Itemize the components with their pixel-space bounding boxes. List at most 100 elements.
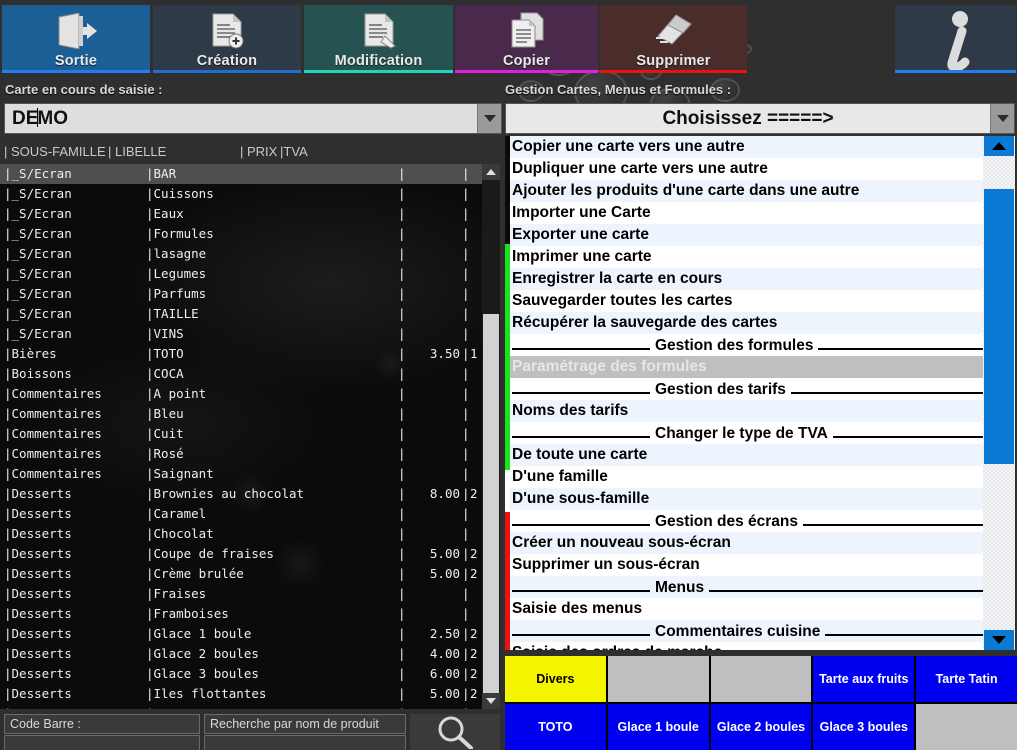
menu-item[interactable]: De toute une carte [510,444,988,466]
menu-item[interactable]: Copier une carte vers une autre [510,136,988,158]
menu-item[interactable]: Saisie des ordres de marche [510,642,988,650]
scrollbar-thumb[interactable] [483,314,499,704]
column-header[interactable]: | LIBELLE [108,144,166,159]
gestion-menu-list[interactable]: Copier une carte vers une autre Dupliquer… [505,136,1015,650]
keypad-button[interactable]: Divers [505,656,606,702]
menu-item[interactable]: Paramétrage des formules [510,356,988,378]
table-row[interactable]: |_S/Ecran |Parfums | | [0,284,482,304]
cell-libelle: |Fraises [146,586,207,601]
keypad-button[interactable]: Glace 2 boules [710,704,812,750]
modification-button[interactable]: Modification [304,5,453,73]
menu-item[interactable]: Supprimer un sous-écran [510,554,988,576]
table-row[interactable]: |Desserts |Brownies au chocolat | 8.00 | 2 [0,484,482,504]
table-row[interactable]: |_S/Ecran |VINS | | [0,324,482,344]
menu-section-separator[interactable]: Gestion des formules [510,334,988,356]
cell-divider: | [398,326,406,341]
table-row[interactable]: |Desserts |Glace 3 boules | 6.00 | 2 [0,664,482,684]
menu-item[interactable]: D'une famille [510,466,988,488]
keypad-button[interactable] [607,656,709,702]
info-button[interactable] [895,5,1016,73]
table-row[interactable]: |Desserts |Coupe de fraises | 5.00 | 2 [0,544,482,564]
column-header[interactable]: | PRIX [240,144,277,159]
table-row[interactable]: |_S/Ecran |BAR | | [0,164,482,184]
menu-item[interactable]: Sauvegarder toutes les cartes [510,290,988,312]
product-table-scrollbar[interactable] [482,164,500,709]
menu-item[interactable]: Noms des tarifs [510,400,988,422]
menu-item[interactable]: Dupliquer une carte vers une autre [510,158,988,180]
scroll-up-button[interactable] [984,136,1014,156]
table-row[interactable]: |Commentaires |Rosé | | [0,444,482,464]
main-toolbar: Sortie Création Modification Copier Supp… [0,0,1017,76]
menu-item[interactable]: D'une sous-famille [510,488,988,510]
cell-divider: | [462,206,470,221]
scroll-up-button[interactable] [482,164,500,180]
table-row[interactable]: |Bières |TOTO | 3.50 | 1 [0,344,482,364]
menu-section-separator[interactable]: Changer le type de TVA [510,422,988,444]
menu-item[interactable]: Exporter une carte [510,224,988,246]
keypad-button[interactable]: Tarte Tatin [916,656,1017,702]
copier-button[interactable]: Copier [455,5,598,73]
table-row[interactable]: |Boissons |COCA | | [0,364,482,384]
scroll-down-button[interactable] [984,630,1014,650]
menu-item[interactable]: Enregistrer la carte en cours [510,268,988,290]
search-button[interactable] [410,714,500,750]
menu-section-separator[interactable]: Gestion des écrans [510,510,988,532]
triangle-down-icon [992,636,1006,644]
table-row[interactable]: |Desserts |Glace 2 boules | 4.00 | 2 [0,644,482,664]
barcode-input[interactable] [4,735,200,750]
cell-libelle: |Glace 2 boules [146,646,259,661]
table-row[interactable]: |_S/Ecran |Formules | | [0,224,482,244]
gestion-combo-dropdown-arrow[interactable] [990,104,1014,133]
separator-line [832,435,986,438]
menu-section-separator[interactable]: Gestion des tarifs [510,378,988,400]
menu-item[interactable]: Saisie des menus [510,598,988,620]
product-table[interactable]: |_S/Ecran |BAR | | |_S/Ecran |Cuissons | | |_S/E… [0,164,500,709]
card-select-value[interactable]: DEMO [5,107,477,130]
cell-sous-famille: |Boissons [4,366,72,381]
table-row[interactable]: |_S/Ecran |Eaux | | [0,204,482,224]
table-row[interactable]: |Desserts |Framboises | | [0,604,482,624]
table-row[interactable]: |Desserts |Crème brulée | 5.00 | 2 [0,564,482,584]
card-select-combo[interactable]: DEMO [4,103,502,134]
menu-section-separator[interactable]: Commentaires cuisine [510,620,988,642]
menu-item[interactable]: Récupérer la sauvegarde des cartes [510,312,988,334]
product-keypad[interactable]: Divers Tarte aux fruits Tarte Tatin TOTO Gla… [505,656,1017,750]
creation-button[interactable]: Création [153,5,301,73]
card-combo-dropdown-arrow[interactable] [477,104,501,133]
scroll-down-button[interactable] [482,693,500,709]
menu-item[interactable]: Ajouter les produits d'une carte dans un… [510,180,988,202]
table-row[interactable]: |_S/Ecran |Legumes | | [0,264,482,284]
table-row[interactable]: |Desserts |Fraises | | [0,584,482,604]
menu-item[interactable]: Imprimer une carte [510,246,988,268]
table-row[interactable]: |Desserts |Iles flottantes | 5.00 | 2 [0,684,482,704]
table-row[interactable]: |Desserts |Glace 1 boule | 2.50 | 2 [0,624,482,644]
table-row[interactable]: |Commentaires |Cuit | | [0,424,482,444]
scrollbar-thumb[interactable] [984,189,1014,464]
table-row[interactable]: |Desserts | | | [0,704,482,709]
keypad-button[interactable]: Glace 1 boule [607,704,709,750]
gestion-select-combo[interactable]: Choisissez =====> [505,103,1015,134]
table-row[interactable]: |Desserts |Caramel | | [0,504,482,524]
modification-label: Modification [334,53,423,69]
column-header[interactable]: |TVA [280,144,308,159]
gestion-menu-scrollbar[interactable] [983,136,1015,650]
table-row[interactable]: |Commentaires |Saignant | | [0,464,482,484]
product-name-input[interactable] [204,735,406,750]
table-row[interactable]: |_S/Ecran |Cuissons | | [0,184,482,204]
menu-item[interactable]: Importer une Carte [510,202,988,224]
sortie-button[interactable]: Sortie [2,5,150,73]
supprimer-button[interactable]: Supprimer [600,5,747,73]
keypad-button[interactable]: TOTO [505,704,606,750]
table-row[interactable]: |Commentaires |Bleu | | [0,404,482,424]
keypad-button[interactable]: Glace 3 boules [813,704,915,750]
keypad-button[interactable] [916,704,1017,750]
table-row[interactable]: |Desserts |Chocolat | | [0,524,482,544]
table-row[interactable]: |_S/Ecran |TAILLE | | [0,304,482,324]
keypad-button[interactable] [710,656,812,702]
table-row[interactable]: |_S/Ecran |lasagne | | [0,244,482,264]
menu-section-separator[interactable]: Menus [510,576,988,598]
menu-item[interactable]: Créer un nouveau sous-écran [510,532,988,554]
table-row[interactable]: |Commentaires |A point | | [0,384,482,404]
column-header[interactable]: | SOUS-FAMILLE [4,144,106,159]
keypad-button[interactable]: Tarte aux fruits [813,656,915,702]
